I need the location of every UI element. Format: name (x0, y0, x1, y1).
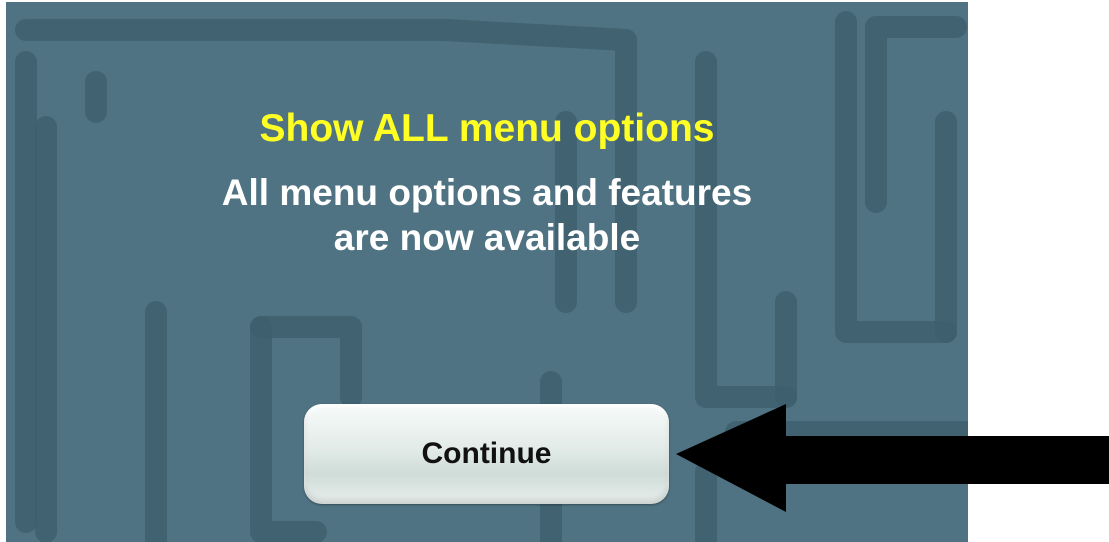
message-line-2: are now available (333, 217, 641, 258)
dialog-title: Show ALL menu options (259, 107, 715, 150)
message-line-1: All menu options and features (221, 172, 753, 213)
left-arrow-icon (676, 404, 1109, 512)
stage: Show ALL menu options All menu options a… (0, 0, 1109, 542)
dialog-message: All menu options and features are now av… (6, 170, 968, 260)
continue-button[interactable]: Continue (304, 404, 669, 504)
